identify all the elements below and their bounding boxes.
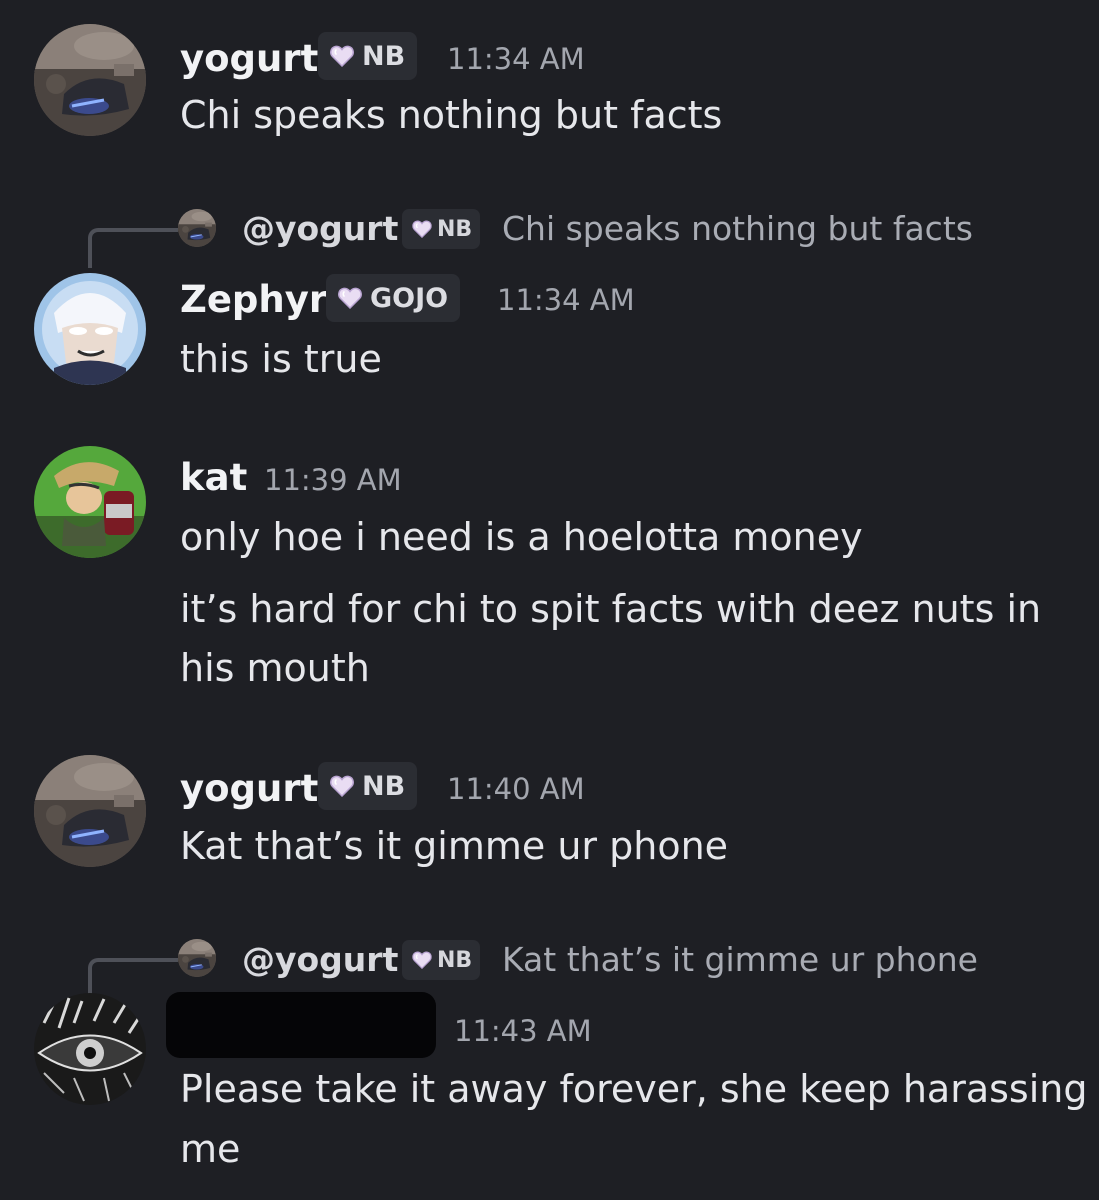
heart-icon bbox=[412, 951, 432, 969]
role-badge[interactable]: GOJO bbox=[326, 274, 461, 322]
timestamp: 11:39 AM bbox=[264, 463, 402, 497]
timestamp: 11:34 AM bbox=[497, 283, 635, 317]
timestamp: 11:34 AM bbox=[447, 42, 585, 76]
avatar-yogurt[interactable] bbox=[34, 24, 146, 136]
reply-role-badge: NB bbox=[402, 209, 481, 249]
username[interactable]: yogurt bbox=[180, 40, 318, 77]
reply-avatar[interactable] bbox=[178, 939, 216, 977]
reply-preview-text[interactable]: Kat that’s it gimme ur phone bbox=[502, 943, 978, 976]
message-text: Kat that’s it gimme ur phone bbox=[180, 824, 729, 868]
reply-preview-text[interactable]: Chi speaks nothing but facts bbox=[502, 212, 973, 245]
reply-role-badge: NB bbox=[402, 940, 481, 980]
timestamp: 11:43 AM bbox=[454, 1014, 592, 1048]
reply-avatar[interactable] bbox=[178, 209, 216, 247]
yogurt-car-avatar-icon bbox=[178, 939, 216, 977]
avatar-zephyr[interactable] bbox=[34, 273, 146, 385]
message-text: Please take it away forever, she keep ha… bbox=[180, 1067, 1088, 1111]
heart-icon bbox=[338, 287, 362, 309]
role-badge-label: GOJO bbox=[370, 282, 449, 314]
role-badge-label: NB bbox=[362, 40, 406, 72]
redacted-username bbox=[166, 992, 436, 1058]
reply-badge-label: NB bbox=[437, 216, 473, 242]
message-text: me bbox=[180, 1127, 241, 1171]
sketch-eye-avatar-icon bbox=[34, 993, 146, 1105]
avatar-kat[interactable] bbox=[34, 446, 146, 558]
avatar-yogurt[interactable] bbox=[34, 755, 146, 867]
role-badge-label: NB bbox=[362, 770, 406, 802]
message-text: Chi speaks nothing but facts bbox=[180, 93, 723, 137]
reply-badge-label: NB bbox=[437, 947, 473, 973]
message-text: it’s hard for chi to spit facts with dee… bbox=[180, 587, 1042, 631]
yogurt-car-avatar-icon bbox=[34, 24, 146, 136]
message-text: this is true bbox=[180, 337, 382, 381]
gojo-anime-avatar-icon bbox=[34, 273, 146, 385]
avatar-redacted-user[interactable] bbox=[34, 993, 146, 1105]
yogurt-car-avatar-icon bbox=[178, 209, 216, 247]
heart-icon bbox=[330, 775, 354, 797]
role-badge[interactable]: NB bbox=[318, 32, 418, 80]
reply-connector bbox=[88, 228, 178, 268]
role-badge[interactable]: NB bbox=[318, 762, 418, 810]
timestamp: 11:40 AM bbox=[447, 772, 585, 806]
heart-icon bbox=[330, 45, 354, 67]
username[interactable]: yogurt bbox=[180, 770, 318, 807]
username[interactable]: kat bbox=[180, 459, 247, 496]
jojo-dr-pepper-avatar-icon bbox=[34, 446, 146, 558]
username[interactable]: Zephyr bbox=[180, 281, 327, 318]
reply-connector bbox=[88, 958, 178, 998]
reply-mention[interactable]: @yogurt bbox=[242, 212, 398, 245]
message-text: his mouth bbox=[180, 646, 370, 690]
heart-icon bbox=[412, 220, 432, 238]
message-text: only hoe i need is a hoelotta money bbox=[180, 515, 863, 559]
yogurt-car-avatar-icon bbox=[34, 755, 146, 867]
reply-mention[interactable]: @yogurt bbox=[242, 943, 398, 976]
